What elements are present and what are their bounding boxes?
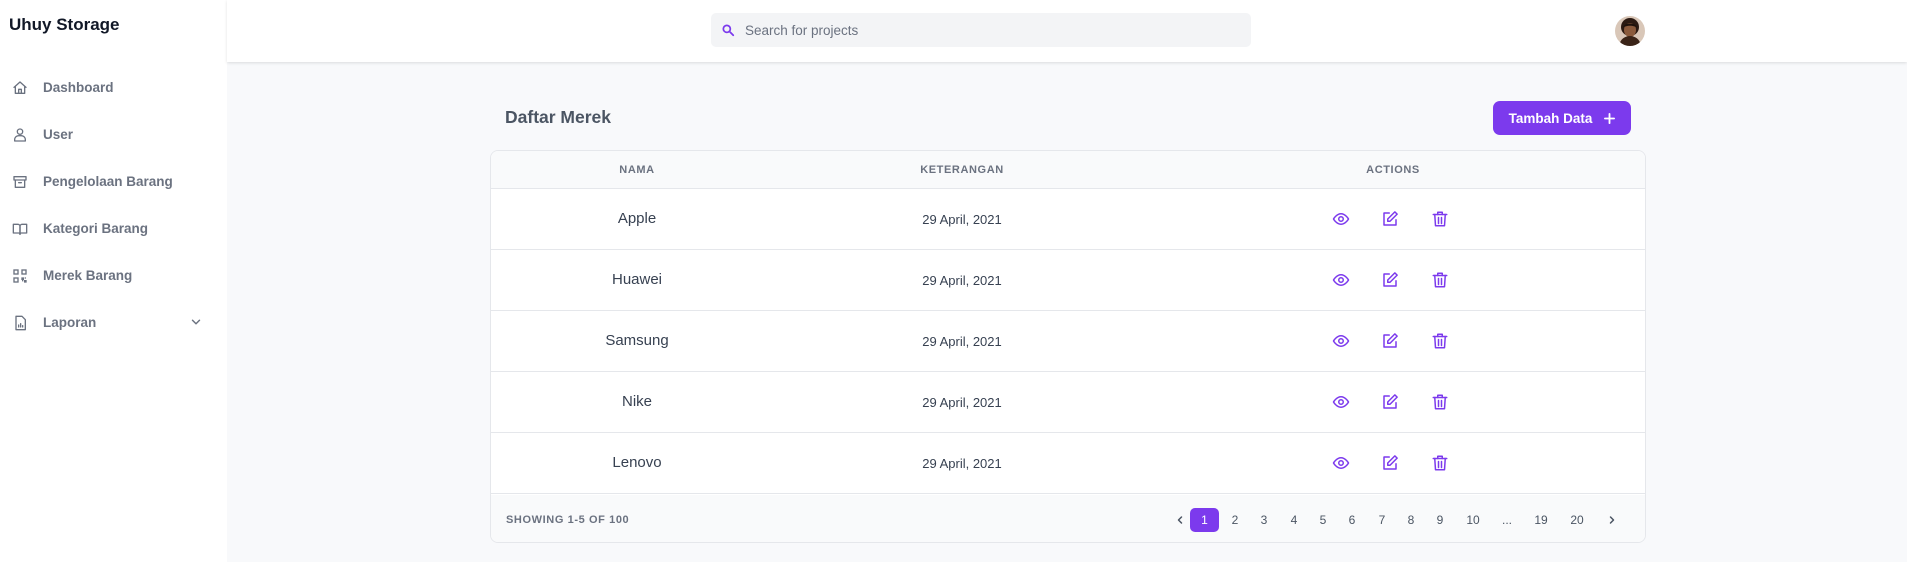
edit-icon[interactable] [1380,270,1400,290]
table-row: Lenovo 29 April, 2021 [491,433,1645,494]
page-button-6[interactable]: 6 [1340,508,1364,532]
edit-icon[interactable] [1380,209,1400,229]
page-button-10[interactable]: 10 [1461,508,1485,532]
app-title: Uhuy Storage [9,15,120,34]
cell-nama: Apple [617,210,657,227]
eye-icon[interactable] [1331,331,1351,351]
qrcode-icon [11,267,28,284]
search-bar [711,13,1251,47]
page-button-20[interactable]: 20 [1565,508,1589,532]
sidebar: Uhuy Storage Dashboard User Pengelolaan … [0,0,227,562]
table-row: Apple 29 April, 2021 [491,189,1645,250]
cell-keterangan: 29 April, 2021 [922,334,1002,349]
trash-icon[interactable] [1430,331,1450,351]
sidebar-item-pengelolaan-barang[interactable]: Pengelolaan Barang [0,158,227,205]
column-header-nama: NAMA [619,164,655,176]
table-footer: SHOWING 1-5 OF 100 1 2 3 4 5 6 7 8 9 10 … [491,495,1645,542]
edit-icon[interactable] [1380,331,1400,351]
sidebar-item-kategori-barang[interactable]: Kategori Barang [0,205,227,252]
edit-icon[interactable] [1380,392,1400,412]
sidebar-item-label: Pengelolaan Barang [43,174,173,189]
page-button-19[interactable]: 19 [1529,508,1553,532]
sidebar-item-label: Merek Barang [43,268,133,283]
cell-keterangan: 29 April, 2021 [922,456,1002,471]
table-row: Nike 29 April, 2021 [491,372,1645,433]
page-ellipsis: ... [1501,513,1512,527]
table-header: NAMA KETERANGAN ACTIONS [491,151,1645,189]
page-button-7[interactable]: 7 [1370,508,1394,532]
sidebar-item-label: User [43,127,74,142]
eye-icon[interactable] [1331,392,1351,412]
plus-icon [1604,110,1616,127]
eye-icon[interactable] [1331,270,1351,290]
page-button-5[interactable]: 5 [1311,508,1335,532]
cell-keterangan: 29 April, 2021 [922,395,1002,410]
column-header-keterangan: KETERANGAN [920,164,1004,176]
sidebar-nav: Dashboard User Pengelolaan Barang Katego… [0,64,227,346]
sidebar-item-label: Dashboard [43,80,114,95]
page-title: Daftar Merek [505,107,612,127]
edit-icon[interactable] [1380,453,1400,473]
sidebar-item-merek-barang[interactable]: Merek Barang [0,252,227,299]
page-button-9[interactable]: 9 [1428,508,1452,532]
eye-icon[interactable] [1331,209,1351,229]
avatar[interactable] [1615,16,1645,46]
cell-keterangan: 29 April, 2021 [922,212,1002,227]
add-data-button[interactable]: Tambah Data [1493,101,1631,135]
chevron-left-icon [1177,516,1183,524]
sidebar-item-user[interactable]: User [0,111,227,158]
next-page-button[interactable] [1600,508,1624,532]
trash-icon[interactable] [1430,270,1450,290]
page-button-3[interactable]: 3 [1252,508,1276,532]
archive-icon [11,173,28,190]
trash-icon[interactable] [1430,453,1450,473]
search-icon [721,23,735,37]
cell-nama: Nike [621,393,653,410]
trash-icon[interactable] [1430,209,1450,229]
users-icon [11,126,28,143]
column-header-actions: ACTIONS [1366,164,1420,176]
sidebar-item-dashboard[interactable]: Dashboard [0,64,227,111]
eye-icon[interactable] [1331,453,1351,473]
brand-table: NAMA KETERANGAN ACTIONS Apple 29 April, 2… [490,150,1646,543]
search-input[interactable] [745,22,1225,38]
showing-count: SHOWING 1-5 OF 100 [506,514,630,526]
report-icon [11,314,28,331]
cell-nama: Lenovo [612,454,662,471]
page-button-2[interactable]: 2 [1223,508,1247,532]
chevron-down-icon[interactable] [189,315,203,329]
page-button-4[interactable]: 4 [1282,508,1306,532]
book-icon [11,220,28,237]
top-bar [227,0,1907,62]
trash-icon[interactable] [1430,392,1450,412]
sidebar-item-laporan[interactable]: Laporan [0,299,227,346]
cell-nama: Huawei [611,271,663,288]
cell-keterangan: 29 April, 2021 [922,273,1002,288]
table-row: Huawei 29 April, 2021 [491,250,1645,311]
page-button-8[interactable]: 8 [1399,508,1423,532]
table-row: Samsung 29 April, 2021 [491,311,1645,372]
sidebar-item-label: Kategori Barang [43,221,149,236]
cell-nama: Samsung [605,332,669,349]
prev-page-button[interactable] [1168,508,1192,532]
page-button-1[interactable]: 1 [1190,508,1219,532]
add-data-label: Tambah Data [1508,110,1593,126]
sidebar-item-label: Laporan [43,315,97,330]
chevron-right-icon [1609,516,1615,524]
home-icon [11,79,28,96]
